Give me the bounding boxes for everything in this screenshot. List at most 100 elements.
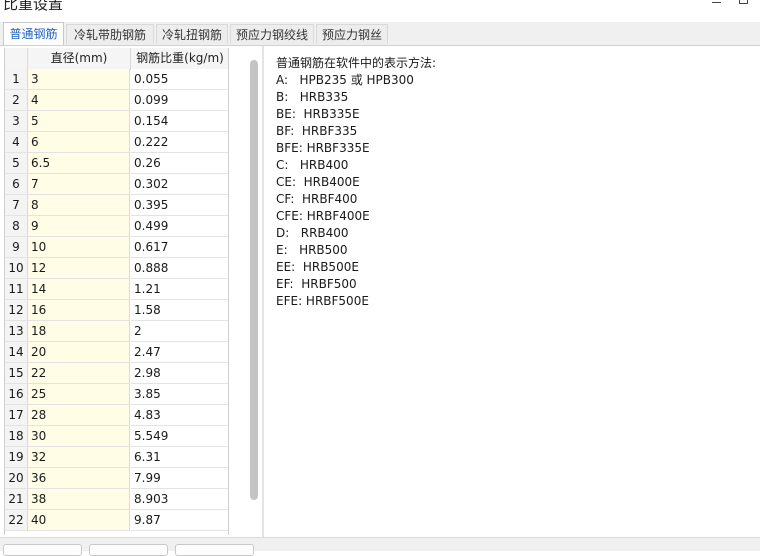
- diameter-cell[interactable]: 36: [28, 468, 130, 489]
- weight-cell[interactable]: 7.99: [131, 468, 228, 489]
- table-row[interactable]: 20 36 7.99: [5, 468, 228, 489]
- notation-line: E: HRB500: [276, 243, 348, 257]
- notation-line: C: HRB400: [276, 158, 349, 172]
- table-row[interactable]: 19 32 6.31: [5, 447, 228, 468]
- notation-list: A: HPB235 或 HPB300 B: HRB335 BE: HRB335E BF…: [276, 72, 746, 310]
- diameter-cell[interactable]: 28: [28, 405, 130, 426]
- weight-cell[interactable]: 0.154: [131, 111, 228, 132]
- weight-cell[interactable]: 0.617: [131, 237, 228, 258]
- footer-button-2[interactable]: [89, 544, 168, 556]
- table-row[interactable]: 2 4 0.099: [5, 90, 228, 111]
- table-row[interactable]: 9 10 0.617: [5, 237, 228, 258]
- diameter-cell[interactable]: 6.5: [28, 153, 130, 174]
- weight-cell[interactable]: 0.395: [131, 195, 228, 216]
- tab-prestressed-wire[interactable]: 预应力钢丝: [316, 24, 388, 44]
- diameter-cell[interactable]: 4: [28, 90, 130, 111]
- notation-line: BE: HRB335E: [276, 107, 360, 121]
- weight-cell[interactable]: 0.499: [131, 216, 228, 237]
- notation-panel: 普通钢筋在软件中的表示方法: A: HPB235 或 HPB300 B: HRB3…: [276, 55, 746, 310]
- row-number: 20: [5, 468, 28, 489]
- tab-prestressed-strand[interactable]: 预应力钢绞线: [230, 24, 314, 44]
- table-row[interactable]: 17 28 4.83: [5, 405, 228, 426]
- diameter-cell[interactable]: 20: [28, 342, 130, 363]
- diameter-cell[interactable]: 25: [28, 384, 130, 405]
- weight-cell[interactable]: 2.47: [131, 342, 228, 363]
- vertical-scrollbar[interactable]: [250, 60, 258, 500]
- title-bar: 比重设置: [0, 0, 760, 14]
- diameter-cell[interactable]: 32: [28, 447, 130, 468]
- tab-ordinary-rebar[interactable]: 普通钢筋: [3, 22, 64, 46]
- table-row[interactable]: 1 3 0.055: [5, 69, 228, 90]
- table-row[interactable]: 8 9 0.499: [5, 216, 228, 237]
- weight-cell[interactable]: 0.055: [131, 69, 228, 90]
- table-row[interactable]: 11 14 1.21: [5, 279, 228, 300]
- table-row[interactable]: 7 8 0.395: [5, 195, 228, 216]
- row-number: 17: [5, 405, 28, 426]
- tab-strip: 普通钢筋 冷轧带肋钢筋 冷轧扭钢筋 预应力钢绞线 预应力钢丝: [0, 22, 760, 46]
- tab-cold-rolled-ribbed[interactable]: 冷轧带肋钢筋: [66, 24, 154, 44]
- weight-cell[interactable]: 0.26: [131, 153, 228, 174]
- row-number: 11: [5, 279, 28, 300]
- table-row[interactable]: 18 30 5.549: [5, 426, 228, 447]
- weight-table: 直径(mm) 钢筋比重(kg/m) 1 3 0.055 2 4 0.099 3 5 0.154 4…: [4, 48, 229, 535]
- weight-cell[interactable]: 2: [131, 321, 228, 342]
- diameter-cell[interactable]: 16: [28, 300, 130, 321]
- table-row[interactable]: 12 16 1.58: [5, 300, 228, 321]
- diameter-cell[interactable]: 18: [28, 321, 130, 342]
- table-row[interactable]: 22 40 9.87: [5, 510, 228, 531]
- weight-cell[interactable]: 0.302: [131, 174, 228, 195]
- diameter-cell[interactable]: 22: [28, 363, 130, 384]
- diameter-cell[interactable]: 6: [28, 132, 130, 153]
- weight-cell[interactable]: 1.21: [131, 279, 228, 300]
- row-number: 21: [5, 489, 28, 510]
- table-row[interactable]: 3 5 0.154: [5, 111, 228, 132]
- diameter-cell[interactable]: 38: [28, 489, 130, 510]
- table-row[interactable]: 4 6 0.222: [5, 132, 228, 153]
- row-number: 14: [5, 342, 28, 363]
- table-row[interactable]: 6 7 0.302: [5, 174, 228, 195]
- table-row[interactable]: 10 12 0.888: [5, 258, 228, 279]
- diameter-cell[interactable]: 8: [28, 195, 130, 216]
- diameter-cell[interactable]: 7: [28, 174, 130, 195]
- weight-cell[interactable]: 1.58: [131, 300, 228, 321]
- weight-cell[interactable]: 8.903: [131, 489, 228, 510]
- notation-line: CE: HRB400E: [276, 175, 360, 189]
- table-body: 1 3 0.055 2 4 0.099 3 5 0.154 4 6 0.222 5 6.5 0.26 6 7 0.…: [5, 69, 228, 531]
- row-number: 4: [5, 132, 28, 153]
- weight-cell[interactable]: 0.888: [131, 258, 228, 279]
- diameter-cell[interactable]: 3: [28, 69, 130, 90]
- weight-cell[interactable]: 0.099: [131, 90, 228, 111]
- weight-cell[interactable]: 2.98: [131, 363, 228, 384]
- table-row[interactable]: 21 38 8.903: [5, 489, 228, 510]
- row-number: 9: [5, 237, 28, 258]
- column-header-diameter: 直径(mm): [28, 48, 131, 69]
- row-number: 8: [5, 216, 28, 237]
- table-row[interactable]: 14 20 2.47: [5, 342, 228, 363]
- tab-cold-rolled-twisted[interactable]: 冷轧扭钢筋: [156, 24, 228, 44]
- weight-cell[interactable]: 9.87: [131, 510, 228, 531]
- footer-button-3[interactable]: [175, 544, 254, 556]
- table-row[interactable]: 16 25 3.85: [5, 384, 228, 405]
- diameter-cell[interactable]: 14: [28, 279, 130, 300]
- footer-button-1[interactable]: [3, 544, 82, 556]
- tab-panel-border: [0, 45, 760, 46]
- weight-cell[interactable]: 5.549: [131, 426, 228, 447]
- weight-cell[interactable]: 6.31: [131, 447, 228, 468]
- diameter-cell[interactable]: 30: [28, 426, 130, 447]
- diameter-cell[interactable]: 10: [28, 237, 130, 258]
- diameter-cell[interactable]: 9: [28, 216, 130, 237]
- weight-cell[interactable]: 4.83: [131, 405, 228, 426]
- notation-line: B: HRB335: [276, 90, 349, 104]
- weight-cell[interactable]: 0.222: [131, 132, 228, 153]
- diameter-cell[interactable]: 12: [28, 258, 130, 279]
- diameter-cell[interactable]: 5: [28, 111, 130, 132]
- row-number: 1: [5, 69, 28, 90]
- table-row[interactable]: 5 6.5 0.26: [5, 153, 228, 174]
- table-row[interactable]: 13 18 2: [5, 321, 228, 342]
- minimize-icon[interactable]: [710, 0, 724, 9]
- weight-cell[interactable]: 3.85: [131, 384, 228, 405]
- table-header: 直径(mm) 钢筋比重(kg/m): [5, 48, 228, 70]
- maximize-icon[interactable]: [737, 0, 751, 9]
- diameter-cell[interactable]: 40: [28, 510, 130, 531]
- table-row[interactable]: 15 22 2.98: [5, 363, 228, 384]
